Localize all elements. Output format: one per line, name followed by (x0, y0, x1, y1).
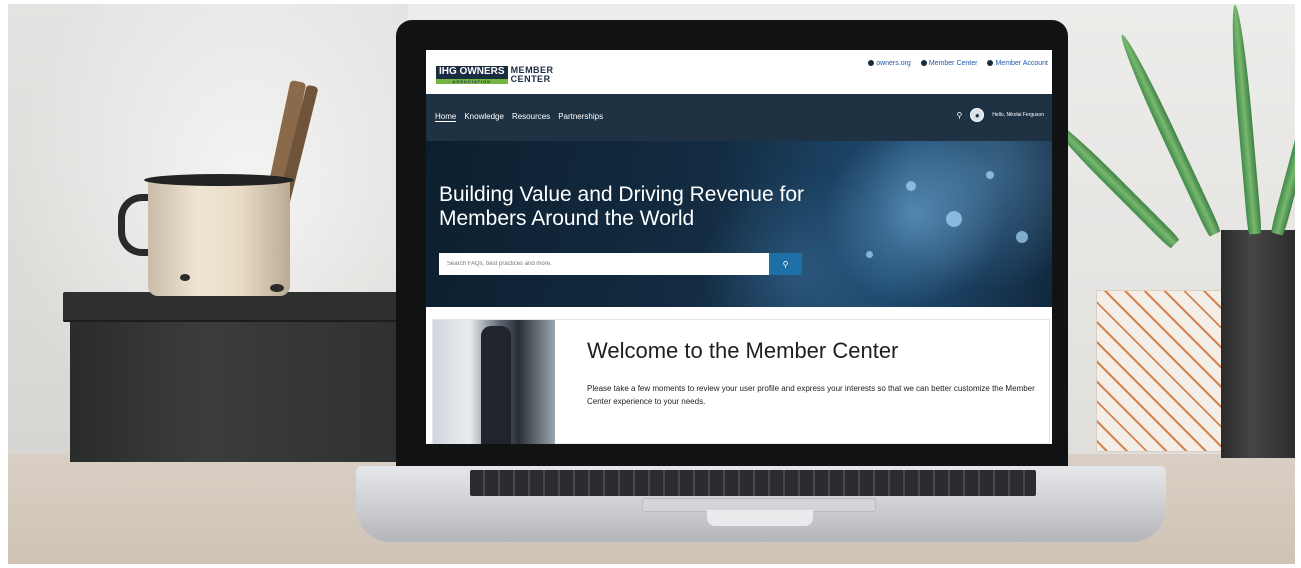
plant-leaf (1227, 4, 1262, 235)
patterned-pot (1096, 290, 1232, 452)
laptop-notch (707, 510, 813, 526)
main-nav: Home Knowledge Resources Partnerships (435, 112, 603, 122)
hero-search: ⚲ (439, 253, 802, 275)
logo-product: MEMBER CENTER (511, 66, 554, 84)
nav-user-area: ⚲ ● Hello, Nikolai Ferguson (956, 108, 1044, 122)
user-icon (987, 60, 994, 66)
main-navbar: Home Knowledge Resources Partnerships ⚲ … (426, 94, 1052, 141)
top-links: owners.org Member Center Member Account (868, 60, 1048, 67)
link-label: Member Center (928, 60, 978, 67)
mug-chip (180, 274, 190, 281)
user-greeting[interactable]: Hello, Nikolai Ferguson (992, 112, 1044, 118)
storage-box (70, 322, 405, 462)
hero-bokeh (1016, 231, 1028, 243)
laptop-screen: IHG OWNERS ASSOCIATION MEMBER CENTER own… (426, 50, 1052, 444)
enamel-mug (148, 180, 290, 296)
link-label: Member Account (995, 60, 1048, 67)
plant-leaf (1270, 29, 1295, 236)
welcome-text: Please take a few moments to review your… (587, 384, 1035, 406)
link-owners-org[interactable]: owners.org (868, 60, 911, 67)
welcome-title: Welcome to the Member Center (587, 338, 899, 363)
nav-knowledge[interactable]: Knowledge (464, 112, 504, 122)
welcome-photo (433, 320, 555, 444)
avatar-icon[interactable]: ● (970, 108, 985, 122)
storage-box-lid (63, 292, 408, 322)
search-input[interactable] (439, 253, 769, 275)
person-silhouette (481, 326, 511, 444)
mug-chip (270, 284, 284, 292)
hero-banner: Building Value and Driving Revenue for M… (426, 141, 1052, 307)
hero-bokeh (986, 171, 994, 179)
logo-wordmark: IHG OWNERS ASSOCIATION (436, 66, 508, 84)
nav-home[interactable]: Home (435, 112, 457, 122)
site-logo[interactable]: IHG OWNERS ASSOCIATION MEMBER CENTER (436, 66, 554, 84)
search-button[interactable]: ⚲ (769, 253, 802, 275)
globe-icon (868, 60, 875, 66)
globe-icon (920, 60, 927, 66)
nav-resources[interactable]: Resources (512, 112, 550, 122)
link-member-account[interactable]: Member Account (987, 60, 1048, 67)
plant-pot (1221, 230, 1295, 458)
logo-brand: IHG OWNERS (439, 66, 505, 77)
hero-bokeh (906, 181, 916, 191)
hero-bokeh (946, 211, 962, 227)
hero-title: Building Value and Driving Revenue for M… (439, 183, 804, 230)
logo-product-line2: CENTER (510, 74, 551, 84)
nav-partnerships[interactable]: Partnerships (558, 112, 603, 122)
welcome-card: Welcome to the Member Center Please take… (432, 319, 1050, 444)
site-topbar: IHG OWNERS ASSOCIATION MEMBER CENTER own… (426, 50, 1052, 94)
hero-bokeh (866, 251, 873, 258)
logo-association: ASSOCIATION (436, 79, 508, 84)
search-icon: ⚲ (782, 259, 789, 269)
link-label: owners.org (876, 60, 911, 67)
link-member-center[interactable]: Member Center (920, 60, 978, 67)
search-icon[interactable]: ⚲ (956, 111, 962, 120)
mug-rim (144, 174, 294, 186)
laptop-keyboard (470, 470, 1036, 496)
